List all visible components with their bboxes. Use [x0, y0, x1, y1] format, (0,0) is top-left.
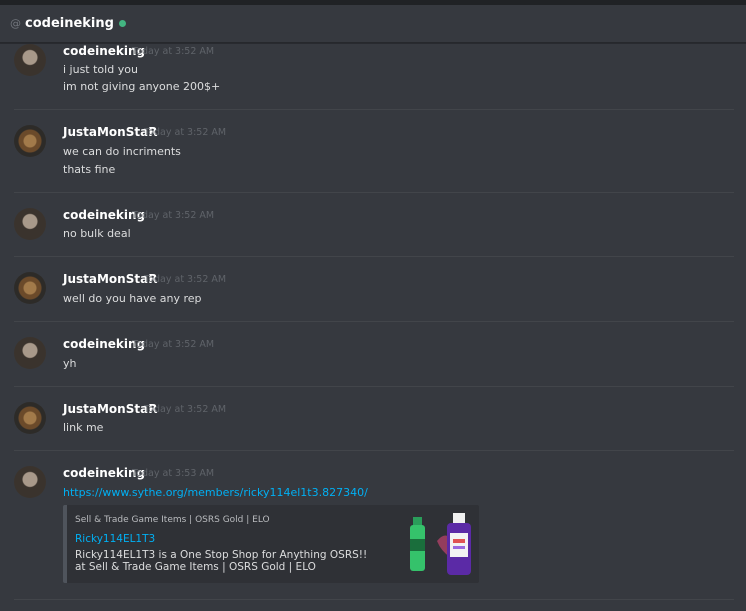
timestamp: Today at 3:52 AM	[144, 404, 227, 415]
message-list[interactable]: codeineking Today at 3:52 AM i just told…	[0, 44, 746, 611]
message-text: i just told you	[63, 63, 138, 76]
online-status-icon	[118, 20, 126, 27]
timestamp: Today at 3:52 AM	[144, 127, 227, 138]
embed-title[interactable]: Ricky114EL1T3	[75, 533, 155, 545]
message-divider	[14, 109, 734, 110]
at-icon: @	[10, 17, 21, 30]
message-text: no bulk deal	[63, 227, 131, 240]
channel-header: @ codeineking	[0, 5, 746, 43]
embed-description: Ricky114EL1T3 is a One Stop Shop for Any…	[75, 549, 368, 573]
avatar[interactable]	[14, 125, 46, 157]
message-link[interactable]: https://www.sythe.org/members/ricky114el…	[63, 486, 368, 499]
timestamp: Today at 3:52 AM	[132, 46, 215, 57]
channel-name[interactable]: codeineking	[25, 16, 114, 31]
message-text: well do you have any rep	[63, 292, 202, 305]
avatar[interactable]	[14, 337, 46, 369]
avatar[interactable]	[14, 466, 46, 498]
embed-provider[interactable]: Sell & Trade Game Items | OSRS Gold | EL…	[75, 515, 270, 525]
message-divider	[14, 192, 734, 193]
timestamp: Today at 3:52 AM	[144, 274, 227, 285]
avatar[interactable]	[14, 208, 46, 240]
timestamp: Today at 3:53 AM	[132, 468, 215, 479]
message-text: we can do incriments	[63, 145, 181, 158]
link-embed: Sell & Trade Game Items | OSRS Gold | EL…	[63, 505, 479, 583]
avatar[interactable]	[14, 272, 46, 304]
message-divider	[14, 386, 734, 387]
embed-thumbnail[interactable]	[407, 511, 473, 577]
message-text: yh	[63, 357, 77, 370]
message-divider	[14, 321, 734, 322]
message-divider	[14, 599, 734, 600]
soda-and-lean-bottles-icon	[407, 511, 473, 577]
message-text: link me	[63, 421, 104, 434]
avatar[interactable]	[14, 402, 46, 434]
timestamp: Today at 3:52 AM	[132, 210, 215, 221]
message-text: im not giving anyone 200$+	[63, 80, 221, 93]
avatar[interactable]	[14, 44, 46, 76]
message-divider	[14, 450, 734, 451]
message-divider	[14, 256, 734, 257]
message-text: thats fine	[63, 163, 116, 176]
timestamp: Today at 3:52 AM	[132, 339, 215, 350]
